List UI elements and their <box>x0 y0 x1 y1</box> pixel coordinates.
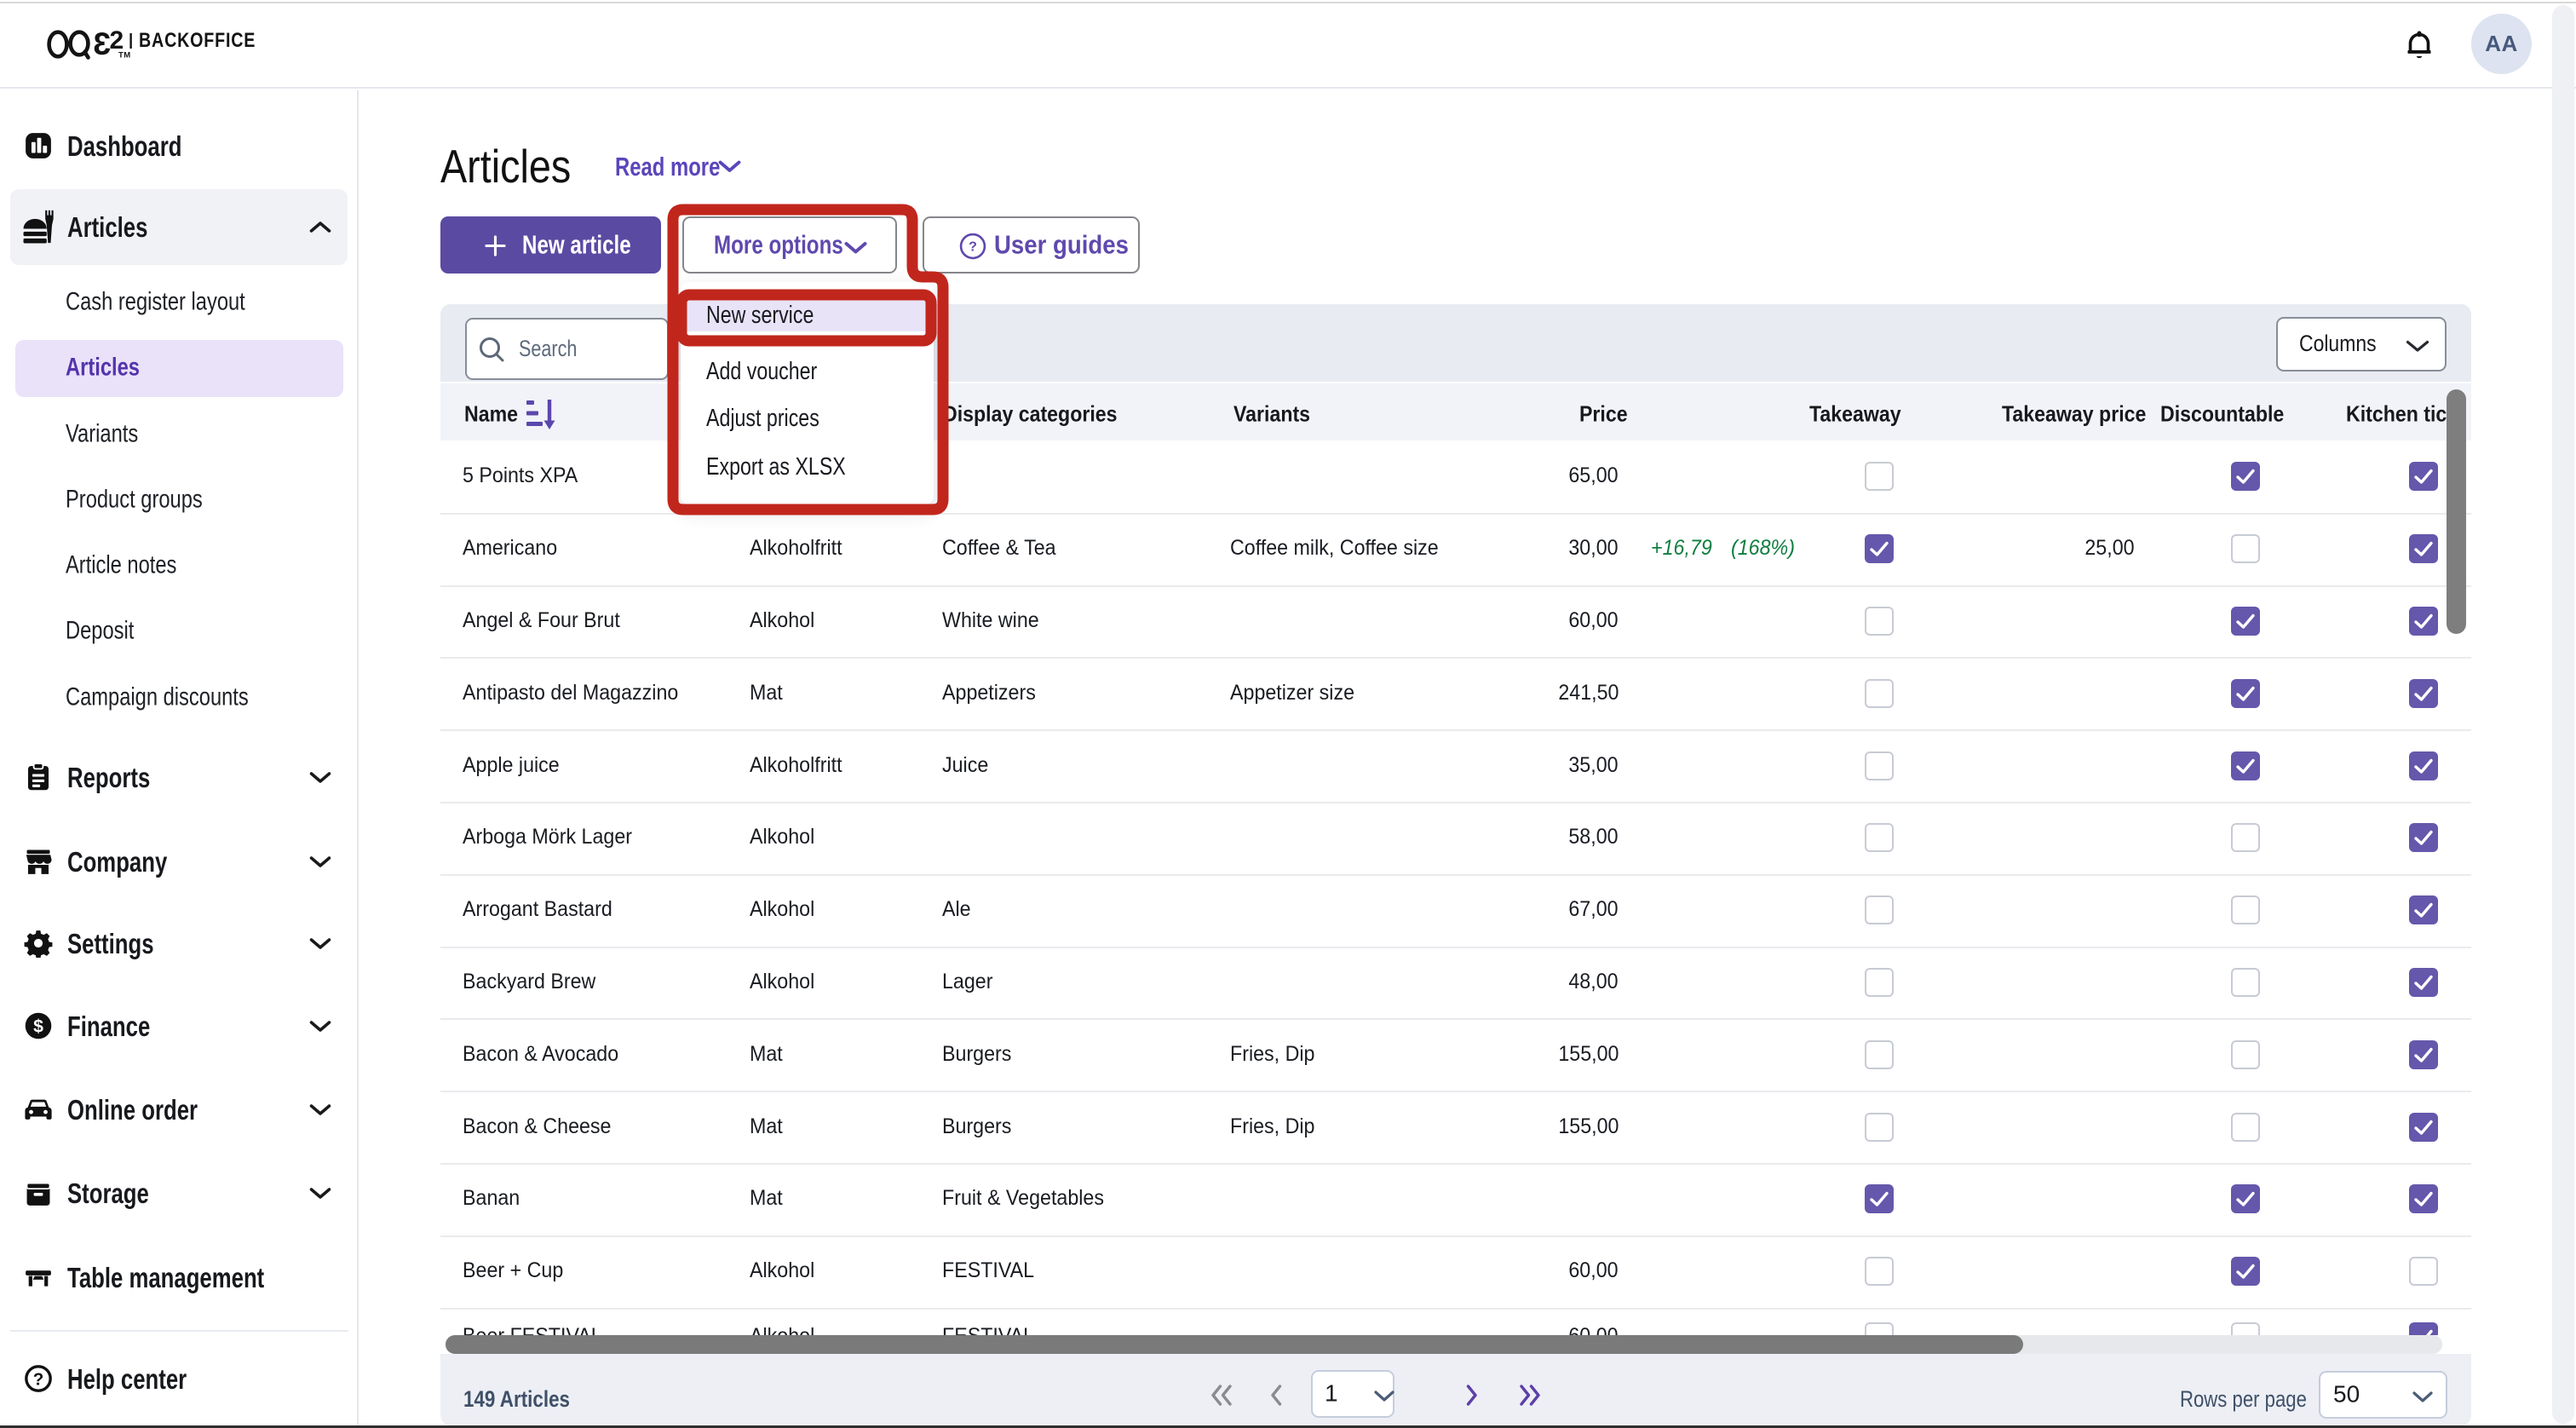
svg-text:?: ? <box>33 1370 44 1390</box>
svg-text:TM: TM <box>118 51 131 60</box>
svg-text:$: $ <box>33 1016 43 1036</box>
svg-text:3: 3 <box>93 27 111 61</box>
svg-text:I: I <box>128 28 134 54</box>
